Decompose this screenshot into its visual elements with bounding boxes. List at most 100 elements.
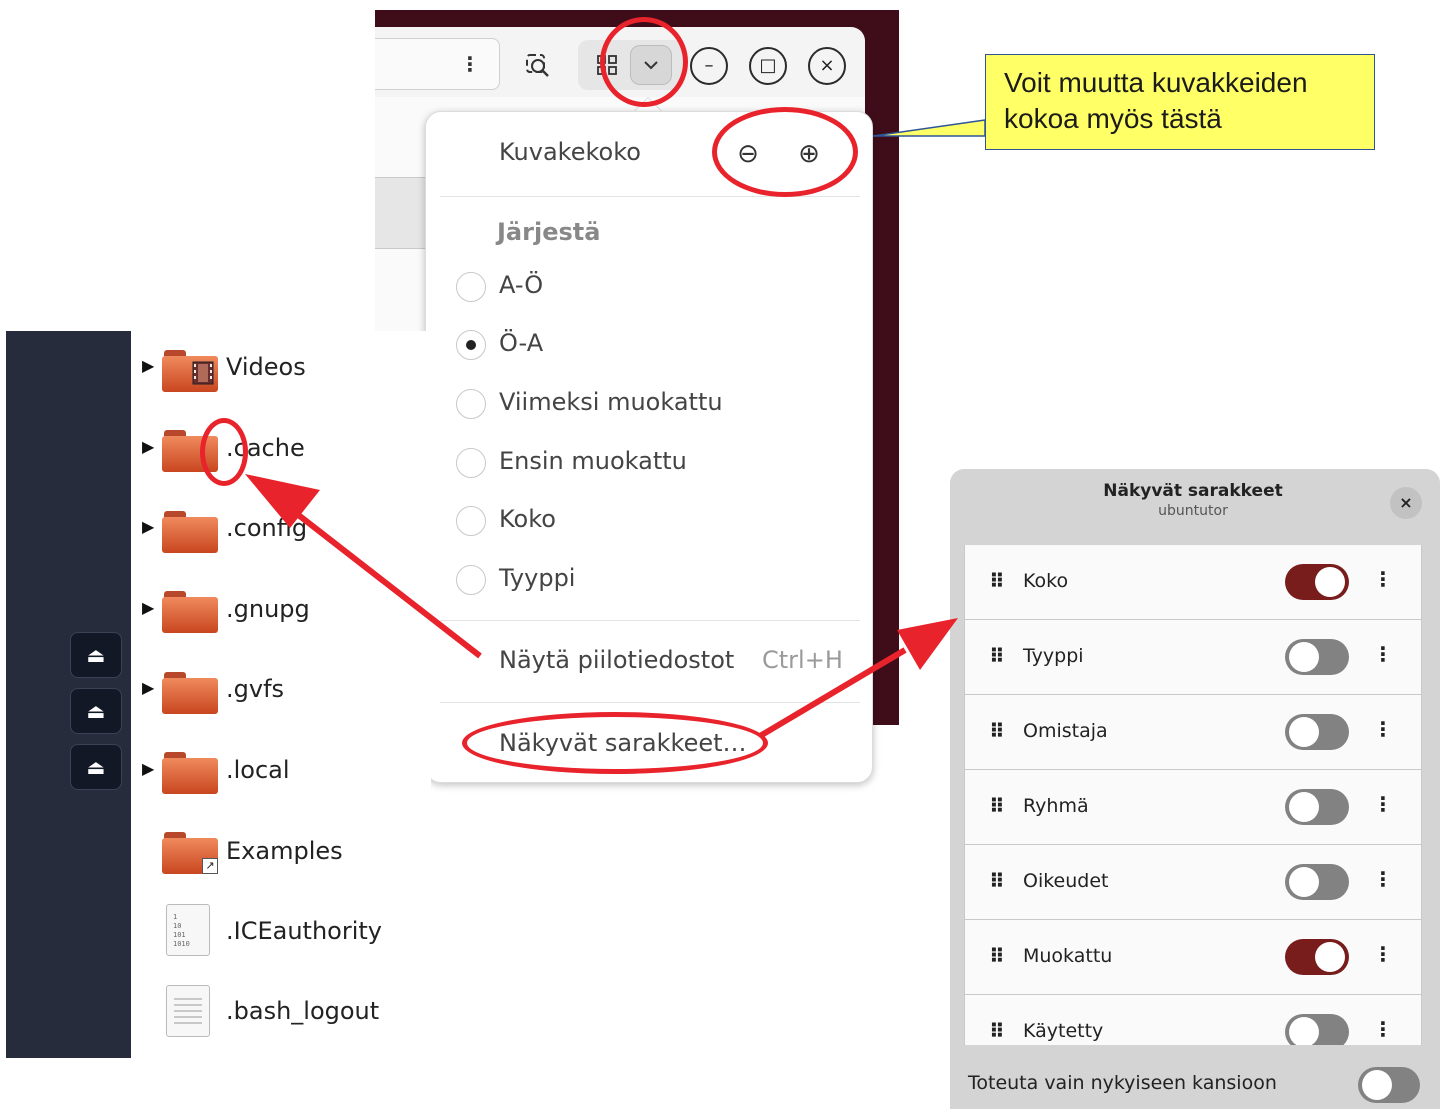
sort-option-label[interactable]: Viimeksi muokattu	[499, 388, 723, 416]
sort-option-label[interactable]: Ensin muokattu	[499, 447, 687, 475]
visible-columns-dialog: Näkyvät sarakkeet ubuntutor × ⠿ Koko ⋮ ⠿…	[950, 469, 1440, 1109]
vertical-dots-icon[interactable]: ⋮	[1373, 792, 1393, 816]
dialog-title: Näkyvät sarakkeet	[1103, 481, 1283, 501]
list-item: ⠿ Tyyppi ⋮	[965, 620, 1421, 695]
column-toggle[interactable]	[1285, 639, 1349, 675]
drag-handle-icon[interactable]: ⠿	[989, 569, 1005, 593]
folder-link-icon: ↗	[162, 832, 218, 874]
separator	[440, 702, 860, 703]
column-label: Oikeudet	[1023, 870, 1109, 892]
eject-icon[interactable]: ⏏	[70, 632, 122, 678]
callout-line: Voit muutta kuvakkeiden	[1004, 67, 1308, 98]
file-name[interactable]: .gnupg	[226, 595, 310, 623]
column-toggle[interactable]	[1285, 864, 1349, 900]
sort-radio-o-a[interactable]	[456, 330, 486, 360]
drag-handle-icon[interactable]: ⠿	[989, 719, 1005, 743]
list-item: ⠿ Koko ⋮	[965, 545, 1421, 620]
folder-videos-icon	[162, 350, 218, 392]
sort-heading: Järjestä	[497, 218, 601, 246]
column-label: Muokattu	[1023, 945, 1113, 967]
column-label: Koko	[1023, 570, 1069, 592]
expander-arrow-icon[interactable]: ▶	[142, 356, 156, 376]
sort-option-label[interactable]: A-Ö	[499, 271, 543, 299]
binary-file-icon: 1 10 101 1010	[166, 904, 210, 956]
vertical-dots-icon[interactable]: ⋮	[1373, 867, 1393, 891]
show-hidden-files-item[interactable]: Näytä piilotiedostot	[499, 646, 734, 674]
column-label: Tyyppi	[1023, 645, 1084, 667]
dialog-subtitle: ubuntutor	[1158, 503, 1228, 519]
content-strip	[375, 177, 430, 249]
show-hidden-shortcut: Ctrl+H	[762, 646, 843, 674]
text-file-icon	[166, 985, 210, 1037]
vertical-dots-icon[interactable]: ⋮	[1373, 1017, 1393, 1041]
folder-icon	[162, 672, 218, 714]
callout-note: Voit muutta kuvakkeiden kokoa myös tästä	[985, 54, 1375, 150]
dialog-footer: Toteuta vain nykyiseen kansioon	[950, 1045, 1440, 1109]
maximize-button[interactable]: □	[749, 47, 787, 85]
sort-radio-first-modified[interactable]	[456, 448, 486, 478]
columns-list: ⠿ Koko ⋮ ⠿ Tyyppi ⋮ ⠿ Omistaja ⋮ ⠿ Ryhmä…	[964, 545, 1422, 1045]
file-name[interactable]: .ICEauthority	[226, 917, 382, 945]
column-label: Ryhmä	[1023, 795, 1089, 817]
column-toggle[interactable]	[1285, 564, 1349, 600]
search-icon[interactable]	[518, 46, 558, 86]
vertical-dots-icon[interactable]: ⋮	[1373, 567, 1393, 591]
eject-icon[interactable]: ⏏	[70, 744, 122, 790]
sort-option-label[interactable]: Ö-A	[499, 329, 543, 357]
file-name[interactable]: Examples	[226, 837, 343, 865]
arrow-head	[897, 618, 958, 670]
close-button[interactable]: ×	[808, 47, 846, 85]
vertical-dots-icon[interactable]: ⋮	[1373, 717, 1393, 741]
file-name[interactable]: Videos	[226, 353, 306, 381]
sort-radio-a-o[interactable]	[456, 272, 486, 302]
highlight-ellipse	[200, 418, 248, 486]
column-toggle[interactable]	[1285, 789, 1349, 825]
file-name[interactable]: .config	[226, 514, 307, 542]
separator	[440, 620, 860, 621]
callout-line: kokoa myös tästä	[1004, 103, 1222, 134]
file-name[interactable]: .local	[226, 756, 290, 784]
list-item: ⠿ Omistaja ⋮	[965, 695, 1421, 770]
sort-radio-last-modified[interactable]	[456, 389, 486, 419]
path-bar[interactable]	[375, 38, 500, 90]
column-label: Omistaja	[1023, 720, 1108, 742]
highlight-ellipse	[712, 107, 858, 197]
apply-current-folder-label: Toteuta vain nykyiseen kansioon	[968, 1072, 1277, 1094]
expander-arrow-icon[interactable]: ▶	[142, 678, 156, 698]
drag-handle-icon[interactable]: ⠿	[989, 644, 1005, 668]
sort-option-label[interactable]: Koko	[499, 505, 556, 533]
folder-icon	[162, 752, 218, 794]
sort-radio-size[interactable]	[456, 506, 486, 536]
file-name[interactable]: .bash_logout	[226, 997, 379, 1025]
minimize-button[interactable]: –	[690, 47, 728, 85]
drag-handle-icon[interactable]: ⠿	[989, 794, 1005, 818]
folder-icon	[162, 511, 218, 553]
expander-arrow-icon[interactable]: ▶	[142, 517, 156, 537]
sort-option-label[interactable]: Tyyppi	[499, 564, 575, 592]
list-item: ⠿ Muokattu ⋮	[965, 920, 1421, 995]
drag-handle-icon[interactable]: ⠿	[989, 1019, 1005, 1043]
sort-radio-type[interactable]	[456, 565, 486, 595]
list-item: ⠿ Käytetty ⋮	[965, 995, 1421, 1045]
drag-handle-icon[interactable]: ⠿	[989, 869, 1005, 893]
drag-handle-icon[interactable]: ⠿	[989, 944, 1005, 968]
expander-arrow-icon[interactable]: ▶	[142, 437, 156, 457]
close-icon[interactable]: ×	[1390, 487, 1422, 519]
apply-current-folder-toggle[interactable]	[1358, 1067, 1420, 1103]
vertical-dots-icon[interactable]: ⋮	[1373, 942, 1393, 966]
vertical-dots-icon[interactable]: ⋮	[460, 50, 480, 78]
highlight-ellipse	[462, 712, 768, 774]
column-toggle[interactable]	[1285, 1014, 1349, 1045]
column-label: Käytetty	[1023, 1020, 1104, 1042]
file-name[interactable]: .gvfs	[226, 675, 284, 703]
folder-icon	[162, 591, 218, 633]
column-toggle[interactable]	[1285, 939, 1349, 975]
column-toggle[interactable]	[1285, 714, 1349, 750]
expander-arrow-icon[interactable]: ▶	[142, 598, 156, 618]
list-item: ⠿ Oikeudet ⋮	[965, 845, 1421, 920]
eject-icon[interactable]: ⏏	[70, 688, 122, 734]
icon-size-label: Kuvakekoko	[499, 138, 641, 166]
vertical-dots-icon[interactable]: ⋮	[1373, 642, 1393, 666]
expander-arrow-icon[interactable]: ▶	[142, 759, 156, 779]
list-item: ⠿ Ryhmä ⋮	[965, 770, 1421, 845]
